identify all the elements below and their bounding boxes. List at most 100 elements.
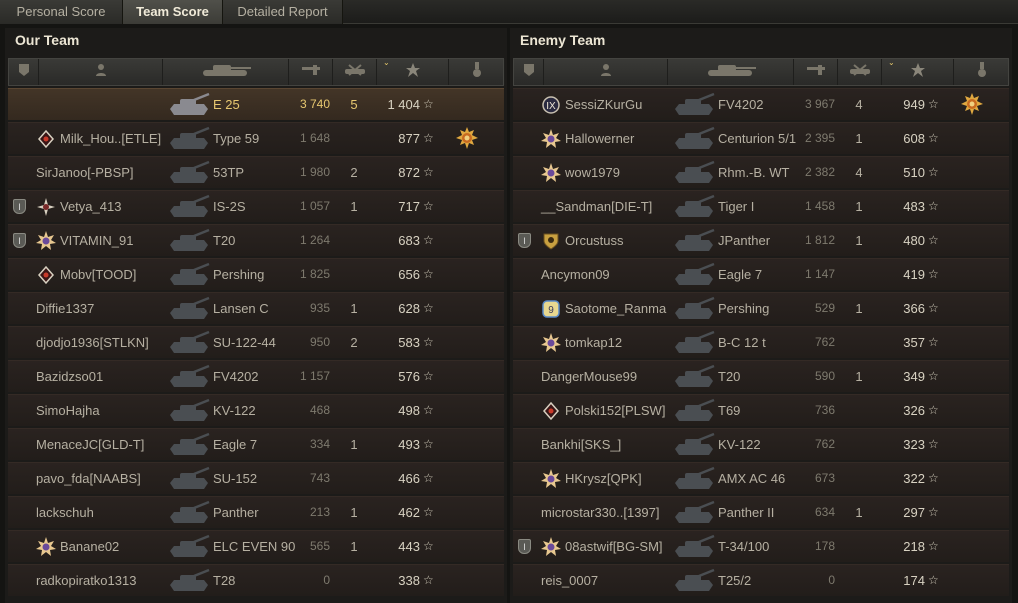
player-row[interactable]: Hallowerner Centurion 5/1 2 395 1 608 ☆ bbox=[513, 122, 1009, 154]
player-name[interactable]: Polski152[PLSW] bbox=[565, 395, 665, 426]
xp-star-icon: ☆ bbox=[928, 97, 939, 111]
rank-diamond-icon bbox=[541, 401, 561, 421]
column-header-player-icon[interactable] bbox=[544, 59, 668, 85]
player-name[interactable]: HKrysz[QPK] bbox=[565, 463, 642, 494]
player-row[interactable]: HKrysz[QPK] AMX AC 46 673 322 ☆ bbox=[513, 462, 1009, 494]
player-name[interactable]: __Sandman[DIE-T] bbox=[541, 191, 652, 222]
xp-star-icon: ☆ bbox=[928, 471, 939, 485]
tank-silhouette-icon bbox=[168, 296, 210, 322]
player-row[interactable]: djodjo1936[STLKN] SU-122-44 950 2 583 ☆ bbox=[8, 326, 504, 358]
our-team-header: ⌄ bbox=[8, 58, 505, 86]
player-row[interactable]: Bankhi[SKS_] KV-122 762 323 ☆ bbox=[513, 428, 1009, 460]
column-header-kills-icon[interactable] bbox=[333, 59, 377, 85]
player-row[interactable]: MenaceJC[GLD-T] Eagle 7 334 1 493 ☆ bbox=[8, 428, 504, 460]
player-name[interactable]: tomkap12 bbox=[565, 327, 622, 358]
tab-team-score[interactable]: Team Score bbox=[123, 0, 223, 24]
column-header-damage-icon[interactable] bbox=[289, 59, 333, 85]
medal-icon[interactable] bbox=[961, 93, 983, 115]
damage-value: 1 264 bbox=[299, 233, 330, 247]
player-name[interactable]: Orcustuss bbox=[565, 225, 624, 256]
player-row[interactable]: I 08astwif[BG-SM] T-34/100 178 218 ☆ bbox=[513, 530, 1009, 562]
player-row[interactable]: Milk_Hou..[ETLE] Type 59 1 648 877 ☆ bbox=[8, 122, 504, 154]
player-row[interactable]: I Vetya_413 IS-2S 1 057 1 717 ☆ bbox=[8, 190, 504, 222]
tank-silhouette-icon bbox=[673, 262, 715, 288]
player-row[interactable]: __Sandman[DIE-T] Tiger I 1 458 1 483 ☆ bbox=[513, 190, 1009, 222]
player-row[interactable]: lackschuh Panther 213 1 462 ☆ bbox=[8, 496, 504, 528]
damage-value: 762 bbox=[814, 335, 835, 349]
xp-value: 322 bbox=[903, 471, 925, 486]
kills-icon bbox=[849, 63, 871, 82]
column-header-squad-icon[interactable] bbox=[9, 59, 39, 85]
player-row[interactable]: Banane02 ELC EVEN 90 565 1 443 ☆ bbox=[8, 530, 504, 562]
player-name[interactable]: 08astwif[BG-SM] bbox=[565, 531, 663, 562]
column-header-kills-icon[interactable] bbox=[838, 59, 882, 85]
player-row[interactable]: Diffie1337 Lansen C 935 1 628 ☆ bbox=[8, 292, 504, 324]
player-row[interactable]: E 25 3 740 5 1 404 ☆ bbox=[8, 88, 504, 120]
player-name[interactable]: DangerMouse99 bbox=[541, 361, 637, 392]
player-name[interactable]: VITAMIN_91 bbox=[60, 225, 133, 256]
player-name[interactable]: Ancymon09 bbox=[541, 259, 610, 290]
player-name[interactable]: pavo_fda[NAABS] bbox=[36, 463, 141, 494]
column-header-medal-icon[interactable] bbox=[449, 59, 505, 85]
tank-name: SU-152 bbox=[213, 471, 258, 486]
player-name[interactable]: Diffie1337 bbox=[36, 293, 94, 324]
player-name[interactable]: SessiZKurGu bbox=[565, 89, 642, 120]
player-row[interactable]: tomkap12 B-C 12 t 762 357 ☆ bbox=[513, 326, 1009, 358]
player-name[interactable]: Milk_Hou..[ETLE] bbox=[60, 123, 161, 154]
player-name[interactable]: Mobv[TOOD] bbox=[60, 259, 136, 290]
player-name[interactable]: Hallowerner bbox=[565, 123, 634, 154]
player-row[interactable]: Polski152[PLSW] T69 736 326 ☆ bbox=[513, 394, 1009, 426]
player-row[interactable]: I Orcustuss JPanther 1 812 1 480 ☆ bbox=[513, 224, 1009, 256]
player-name[interactable]: djodjo1936[STLKN] bbox=[36, 327, 149, 358]
player-row[interactable]: I VITAMIN_91 T20 1 264 683 ☆ bbox=[8, 224, 504, 256]
medal-icon bbox=[977, 61, 987, 83]
column-header-medal-icon[interactable] bbox=[954, 59, 1010, 85]
player-row[interactable]: Ancymon09 Eagle 7 1 147 419 ☆ bbox=[513, 258, 1009, 290]
player-name[interactable]: radkopiratko1313 bbox=[36, 565, 136, 596]
tank-name: T28 bbox=[213, 573, 236, 588]
player-row[interactable]: microstar330..[1397] Panther II 634 1 297 ☆ bbox=[513, 496, 1009, 528]
player-name[interactable]: SirJanoo[-PBSP] bbox=[36, 157, 134, 188]
player-row[interactable]: SimoHajha KV-122 468 498 ☆ bbox=[8, 394, 504, 426]
player-row[interactable]: wow1979 Rhm.-B. WT 2 382 4 510 ☆ bbox=[513, 156, 1009, 188]
player-name[interactable]: Vetya_413 bbox=[60, 191, 121, 222]
tank-silhouette-icon bbox=[168, 194, 210, 220]
player-name[interactable]: Bazidzso01 bbox=[36, 361, 103, 392]
tab-personal-score[interactable]: Personal Score bbox=[0, 0, 123, 24]
column-header-damage-icon[interactable] bbox=[794, 59, 838, 85]
xp-star-icon: ☆ bbox=[928, 505, 939, 519]
rank-sun-icon bbox=[36, 231, 56, 251]
player-row[interactable]: radkopiratko1313 T28 0 338 ☆ bbox=[8, 564, 504, 596]
player-name[interactable]: Bankhi[SKS_] bbox=[541, 429, 621, 460]
player-name[interactable]: microstar330..[1397] bbox=[541, 497, 660, 528]
tank-silhouette-icon bbox=[168, 160, 210, 186]
column-header-player-icon[interactable] bbox=[39, 59, 163, 85]
player-name[interactable]: wow1979 bbox=[565, 157, 620, 188]
player-name[interactable]: lackschuh bbox=[36, 497, 94, 528]
player-name[interactable]: Saotome_Ranma bbox=[565, 293, 666, 324]
player-row[interactable]: pavo_fda[NAABS] SU-152 743 466 ☆ bbox=[8, 462, 504, 494]
medal-icon[interactable] bbox=[456, 127, 478, 149]
column-header-tank-icon[interactable] bbox=[668, 59, 794, 85]
platoon-badge-icon: I bbox=[518, 539, 531, 554]
player-row[interactable]: reis_0007 T25/2 0 174 ☆ bbox=[513, 564, 1009, 596]
tab-detailed-report[interactable]: Detailed Report bbox=[223, 0, 343, 24]
player-row[interactable]: SirJanoo[-PBSP] 53TP 1 980 2 872 ☆ bbox=[8, 156, 504, 188]
player-row[interactable]: 9 Saotome_Ranma Pershing 529 1 366 ☆ bbox=[513, 292, 1009, 324]
player-name[interactable]: reis_0007 bbox=[541, 565, 598, 596]
player-name[interactable]: SimoHajha bbox=[36, 395, 100, 426]
damage-value: 468 bbox=[309, 403, 330, 417]
xp-value: 338 bbox=[398, 573, 420, 588]
xp-star-icon: ☆ bbox=[928, 165, 939, 179]
player-name[interactable]: Banane02 bbox=[60, 531, 119, 562]
player-name[interactable]: MenaceJC[GLD-T] bbox=[36, 429, 144, 460]
player-row[interactable]: IX SessiZKurGu FV4202 3 967 4 949 ☆ bbox=[513, 88, 1009, 120]
player-row[interactable]: DangerMouse99 T20 590 1 349 ☆ bbox=[513, 360, 1009, 392]
kills-value bbox=[344, 395, 364, 426]
tank-silhouette-icon bbox=[168, 568, 210, 594]
rank-shieldgold-icon bbox=[541, 231, 561, 251]
column-header-squad-icon[interactable] bbox=[514, 59, 544, 85]
column-header-tank-icon[interactable] bbox=[163, 59, 289, 85]
player-row[interactable]: Bazidzso01 FV4202 1 157 576 ☆ bbox=[8, 360, 504, 392]
player-row[interactable]: Mobv[TOOD] Pershing 1 825 656 ☆ bbox=[8, 258, 504, 290]
